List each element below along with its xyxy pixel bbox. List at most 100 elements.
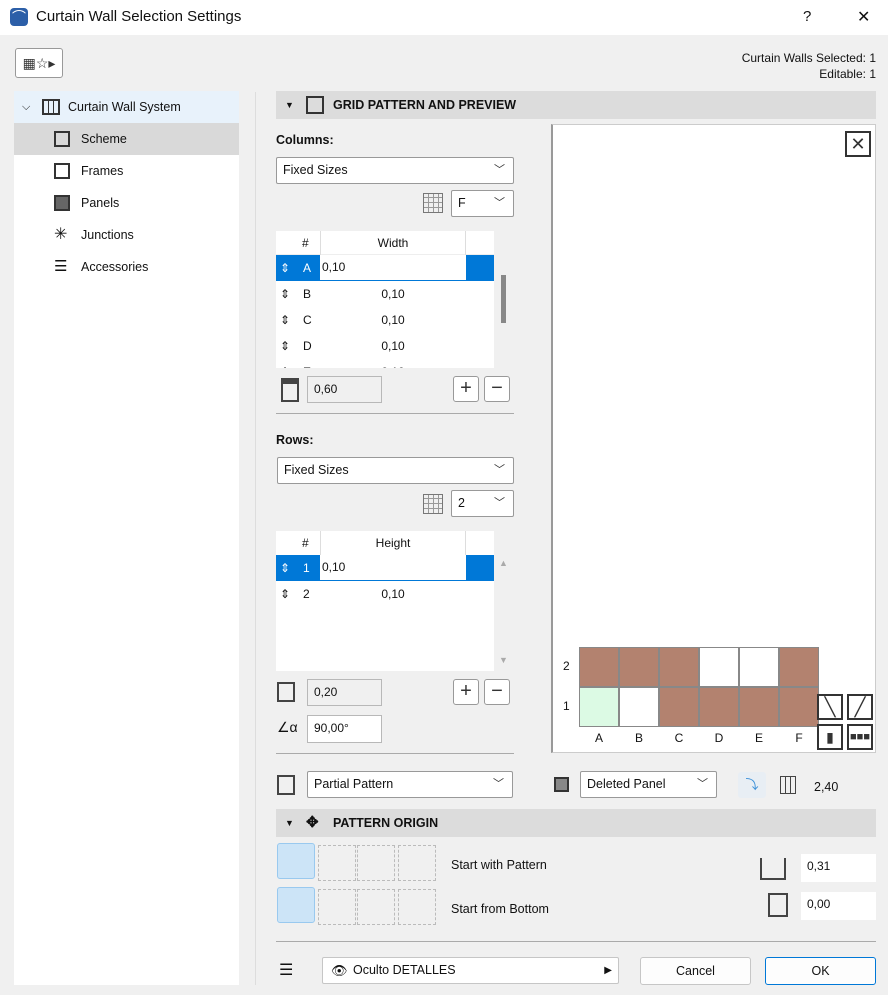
columns-mode-dropdown[interactable]: Fixed Sizes ﹀ <box>276 157 514 184</box>
table-row[interactable]: ⇕ 1 0,10 <box>276 555 494 581</box>
close-button[interactable]: ✕ <box>857 7 870 27</box>
apply-pattern-button[interactable]: ⤵ <box>738 772 766 798</box>
angle-field[interactable]: 90,00° <box>307 715 382 743</box>
scroll-down-icon[interactable]: ▼ <box>499 655 508 665</box>
add-column-button[interactable]: + <box>453 376 479 402</box>
app-icon: ⌒ <box>10 8 28 26</box>
grid-cell-panel[interactable] <box>619 647 659 687</box>
sidebar-item-label: Junctions <box>81 228 134 242</box>
pattern-mode-value: Partial Pattern <box>314 777 394 791</box>
origin-center-left-button[interactable] <box>318 845 356 881</box>
angle-icon: ∠α <box>277 719 298 735</box>
drag-handle-icon[interactable]: ⇕ <box>280 333 290 359</box>
sidebar-item-label: Accessories <box>81 260 149 274</box>
cancel-button[interactable]: Cancel <box>640 957 751 985</box>
grid-cell-panel[interactable] <box>659 687 699 727</box>
sidebar-item-label: Frames <box>81 164 124 178</box>
origin-icon: ✥ <box>306 814 319 831</box>
help-button[interactable]: ? <box>803 8 811 25</box>
column-label: A <box>594 731 603 745</box>
columns-count-dropdown[interactable]: F ﹀ <box>451 190 514 217</box>
table-row[interactable]: ⇕ B 0,10 <box>276 281 494 307</box>
rows-mode-dropdown[interactable]: Fixed Sizes ﹀ <box>277 457 514 484</box>
select-row-button[interactable]: ■■■ <box>847 724 873 750</box>
height-value[interactable]: 0,10 <box>320 581 466 607</box>
offset-y-icon <box>768 893 788 917</box>
sidebar-item-panels[interactable]: Panels <box>14 187 239 219</box>
sidebar-item-label: Curtain Wall System <box>68 100 181 114</box>
column-label: C <box>674 731 684 745</box>
origin-middle-button[interactable] <box>357 889 395 925</box>
grid-height-value: 2,40 <box>814 780 839 794</box>
table-row[interactable]: ⇕ C 0,10 <box>276 307 494 333</box>
width-value[interactable]: 0,10 <box>320 359 466 368</box>
remove-row-button[interactable]: − <box>484 679 510 705</box>
pattern-mode-dropdown[interactable]: Partial Pattern ﹀ <box>307 771 513 798</box>
grid-cell-panel[interactable] <box>579 647 619 687</box>
drag-handle-icon[interactable]: ⇕ <box>280 255 290 281</box>
chevron-down-icon: ⌵ <box>22 101 31 113</box>
drag-handle-icon[interactable]: ⇕ <box>280 281 290 307</box>
sidebar-item-accessories[interactable]: ☰ Accessories <box>14 251 239 283</box>
drag-handle-icon[interactable]: ⇕ <box>280 581 290 607</box>
sidebar-item-scheme[interactable]: Scheme <box>14 123 239 155</box>
width-value[interactable]: 0,10 <box>320 281 466 307</box>
drag-handle-icon[interactable]: ⇕ <box>280 555 290 581</box>
diagonal-left-button[interactable]: ╲ <box>817 694 843 720</box>
height-input[interactable]: 0,10 <box>320 555 466 580</box>
rows-count-dropdown[interactable]: 2 ﹀ <box>451 490 514 517</box>
select-column-button[interactable]: ▮ <box>817 724 843 750</box>
columns-label: Columns: <box>276 133 334 147</box>
chevron-down-icon: ﹀ <box>494 464 505 476</box>
grid-cell-panel[interactable] <box>699 687 739 727</box>
grid-pattern-section-header[interactable]: ▼ GRID PATTERN AND PREVIEW <box>276 91 876 119</box>
grid-count-icon <box>423 193 443 213</box>
column-label: F <box>795 731 803 745</box>
columns-table: # Width ⇕ A 0,10 ⇕ B 0,10 ⇕ C 0,10 ⇕ D 0,10 ⇕ E 0,… <box>276 231 494 368</box>
grid-height-icon <box>780 776 796 794</box>
table-row[interactable]: ⇕ 2 0,10 <box>276 581 494 607</box>
diagonal-right-button[interactable]: ╱ <box>847 694 873 720</box>
remove-column-button[interactable]: − <box>484 376 510 402</box>
grid-cell-panel[interactable] <box>659 647 699 687</box>
origin-bottom-button[interactable] <box>277 887 315 923</box>
table-row[interactable]: ⇕ E 0,10 <box>276 359 494 368</box>
table-row[interactable]: ⇕ D 0,10 <box>276 333 494 359</box>
add-row-button[interactable]: + <box>453 679 479 705</box>
width-value[interactable]: 0,10 <box>320 307 466 333</box>
panel-type-dropdown[interactable]: Deleted Panel ﹀ <box>580 771 717 798</box>
sidebar-item-curtain-wall-system[interactable]: ⌵ Curtain Wall System <box>14 91 239 123</box>
grid-cell-panel[interactable] <box>779 647 819 687</box>
grid-cell-panel[interactable] <box>779 687 819 727</box>
grid-cell-panel[interactable] <box>739 687 779 727</box>
eye-icon: 👁 <box>331 963 348 978</box>
origin-left-button[interactable] <box>277 843 315 879</box>
favorites-button[interactable]: ▦☆▸ <box>15 48 63 78</box>
width-value[interactable]: 0,10 <box>320 333 466 359</box>
grid-cell-selected[interactable] <box>579 687 619 727</box>
origin-top-button[interactable] <box>398 889 436 925</box>
origin-center-button[interactable] <box>357 845 395 881</box>
grid-cell-empty[interactable] <box>619 687 659 727</box>
pattern-origin-section-header[interactable]: ▼ ✥ PATTERN ORIGIN <box>276 809 876 837</box>
chevron-down-icon: ﹀ <box>697 778 708 790</box>
width-input[interactable]: 0,10 <box>320 255 466 280</box>
layer-dropdown[interactable]: 👁 Oculto DETALLES ▶ <box>322 957 619 984</box>
grid-cell-empty[interactable] <box>739 647 779 687</box>
total-width-icon <box>281 378 299 402</box>
origin-middle-low-button[interactable] <box>318 889 356 925</box>
drag-handle-icon[interactable]: ⇕ <box>280 359 290 368</box>
sidebar-item-junctions[interactable]: ✳ Junctions <box>14 219 239 251</box>
drag-handle-icon[interactable]: ⇕ <box>280 307 290 333</box>
close-preview-button[interactable]: ✕ <box>845 131 871 157</box>
offset-y-field[interactable]: 0,00 <box>801 892 876 920</box>
scroll-up-icon[interactable]: ▲ <box>499 558 508 568</box>
table-row[interactable]: ⇕ A 0,10 <box>276 255 494 281</box>
origin-right-button[interactable] <box>398 845 436 881</box>
ok-button[interactable]: OK <box>765 957 876 985</box>
columns-scrollbar[interactable] <box>501 275 506 323</box>
offset-x-field[interactable]: 0,31 <box>801 854 876 882</box>
columns-mode-value: Fixed Sizes <box>283 163 348 177</box>
sidebar-item-frames[interactable]: Frames <box>14 155 239 187</box>
grid-cell-empty[interactable] <box>699 647 739 687</box>
